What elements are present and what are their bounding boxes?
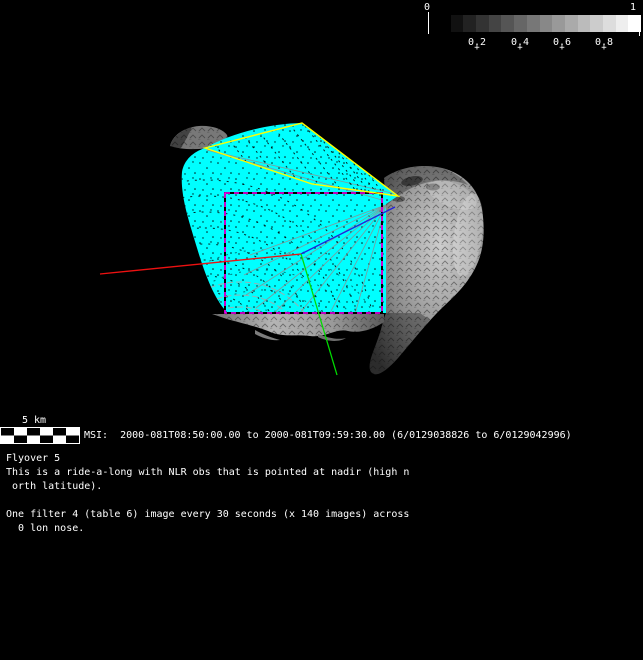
scalebar-checker-cell <box>66 435 79 443</box>
colorbar-max-label: 1 <box>630 2 637 13</box>
colorbar-step <box>590 15 603 32</box>
colorbar-step <box>615 15 629 32</box>
colorbar-step <box>463 15 477 32</box>
colorbar-step <box>539 15 553 32</box>
scalebar-checker <box>1 428 79 443</box>
scalebar-checker-cell <box>14 435 27 443</box>
colorbar-step <box>450 15 464 32</box>
colorbar-tick-mark: + <box>517 43 523 53</box>
colorbar-step <box>577 15 591 32</box>
colorbar-step <box>552 15 565 32</box>
msi-time-range-caption: MSI: 2000-081T08:50:00.00 to 2000-081T09… <box>84 430 572 441</box>
colorbar-step <box>514 15 527 32</box>
scalebar-checker-cell <box>66 428 79 436</box>
colorbar-step <box>526 15 540 32</box>
colorbar-step <box>628 15 641 32</box>
asteroid-bottom-surface <box>212 314 384 341</box>
scalebar-checker-cell <box>1 435 14 443</box>
colorbar-step <box>438 15 451 32</box>
scalebar-label: 5 km <box>21 415 47 426</box>
scalebar-checker-cell <box>27 435 40 443</box>
colorbar-tick-mark: + <box>474 43 480 53</box>
colorbar-gradient <box>438 15 641 32</box>
scalebar-checker-cell <box>53 435 66 443</box>
scalebar-checker-cell <box>1 428 14 436</box>
colorbar-step <box>602 15 616 32</box>
scalebar-checker-cell <box>14 428 27 436</box>
scalebar-checker-cell <box>40 435 53 443</box>
scalebar-checker-cell <box>40 428 53 436</box>
colorbar-step <box>488 15 502 32</box>
application-window: 0 1 0.2 0.4 0.6 0.8 + + + + 5 km MSI: 20… <box>0 0 643 660</box>
colorbar-tick-mark: + <box>601 43 607 53</box>
colorbar-tick-mark: + <box>559 43 565 53</box>
colorbar-step <box>564 15 578 32</box>
colorbar-step <box>501 15 515 32</box>
scalebar-checker-cell <box>53 428 66 436</box>
3d-view <box>0 122 484 444</box>
colorbar-step <box>476 15 489 32</box>
scalebar-checker-cell <box>27 428 40 436</box>
colorbar-zero-tick <box>428 12 429 34</box>
description-text: Flyover 5 This is a ride-a-long with NLR… <box>6 453 410 534</box>
